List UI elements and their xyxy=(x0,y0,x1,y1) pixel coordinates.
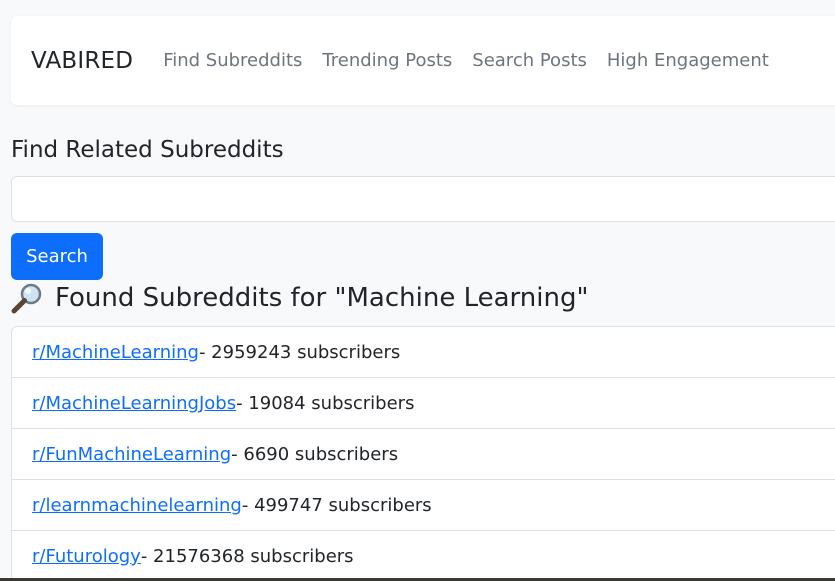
subscriber-count: - 21576368 subscribers xyxy=(140,546,354,567)
top-navbar: VABIRED Find Subreddits Trending Posts S… xyxy=(11,16,835,105)
list-item: r/MachineLearning - 2959243 subscribers xyxy=(12,327,835,378)
list-item: r/FunMachineLearning - 6690 subscribers xyxy=(12,429,835,480)
nav-high-engagement[interactable]: High Engagement xyxy=(597,50,779,71)
nav-find-subreddits[interactable]: Find Subreddits xyxy=(153,50,312,71)
subreddit-link[interactable]: r/learnmachinelearning xyxy=(32,495,242,516)
brand-logo[interactable]: VABIRED xyxy=(31,48,133,74)
magnifying-glass-icon xyxy=(11,282,45,314)
search-button[interactable]: Search xyxy=(11,233,103,280)
nav-search-posts[interactable]: Search Posts xyxy=(462,50,597,71)
subscriber-count: - 499747 subscribers xyxy=(241,494,432,516)
results-heading: Found Subreddits for "Machine Learning" xyxy=(11,282,588,314)
subreddit-link[interactable]: r/FunMachineLearning xyxy=(32,444,231,465)
subreddit-results-list: r/MachineLearning - 2959243 subscribers … xyxy=(11,326,835,581)
subscriber-count: - 2959243 subscribers xyxy=(198,341,401,363)
subreddit-search-input[interactable] xyxy=(11,176,835,222)
subreddit-link[interactable]: r/MachineLearningJobs xyxy=(32,393,236,414)
subreddit-link[interactable]: r/Futurology xyxy=(32,546,141,567)
results-heading-text: Found Subreddits for "Machine Learning" xyxy=(55,283,589,313)
subscriber-count: - 19084 subscribers xyxy=(236,392,415,414)
nav-trending-posts[interactable]: Trending Posts xyxy=(312,50,462,71)
subreddit-link[interactable]: r/MachineLearning xyxy=(32,342,199,363)
list-item: r/Futurology - 21576368 subscribers xyxy=(12,531,835,581)
list-item: r/MachineLearningJobs - 19084 subscriber… xyxy=(12,378,835,429)
section-title: Find Related Subreddits xyxy=(11,137,284,163)
list-item: r/learnmachinelearning - 499747 subscrib… xyxy=(12,480,835,531)
subscriber-count: - 6690 subscribers xyxy=(231,443,399,465)
